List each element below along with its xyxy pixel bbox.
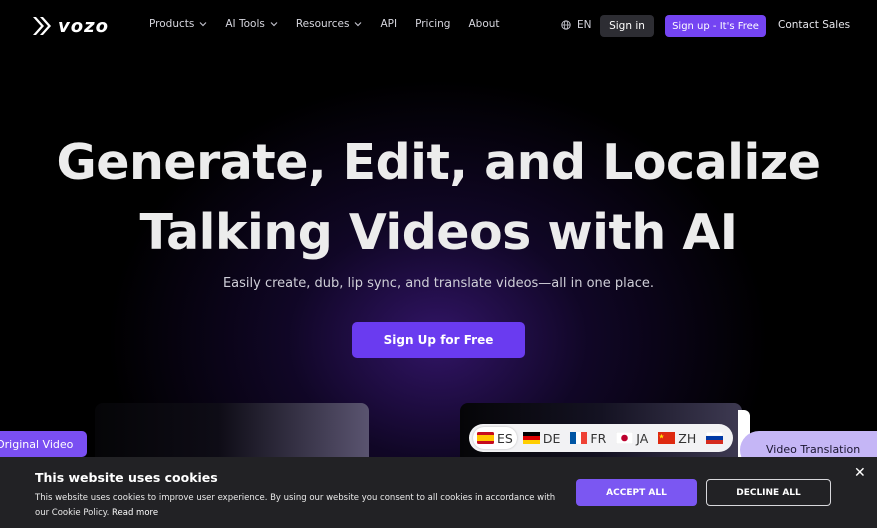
language-chip-ja[interactable]: JA (612, 427, 652, 449)
russia-flag-icon (706, 432, 724, 444)
nav-item-products[interactable]: Products (149, 18, 207, 30)
logo[interactable]: vozo (32, 15, 109, 37)
language-code: JA (636, 430, 649, 446)
language-chip-zh[interactable]: ZH (654, 427, 700, 449)
hero-title: Generate, Edit, and Localize Talking Vid… (0, 128, 877, 268)
language-code: DE (542, 430, 561, 446)
language-code: ZH (678, 430, 697, 446)
japan-flag-icon (616, 432, 634, 444)
language-selector[interactable]: EN (561, 19, 592, 31)
main-nav: Products AI Tools Resources API Pricing … (149, 18, 518, 30)
nav-item-api[interactable]: API (380, 18, 397, 30)
logo-text: vozo (58, 15, 109, 37)
language-chip-ru[interactable] (702, 427, 730, 449)
nav-item-label: Products (149, 18, 195, 30)
cookie-banner: This website uses cookies This website u… (0, 457, 877, 528)
sign-up-button[interactable]: Sign up - It's Free (665, 15, 766, 37)
site-header: vozo Products AI Tools Resources API Pri… (0, 0, 877, 52)
language-code: FR (590, 430, 607, 446)
read-more-link[interactable]: Read more (112, 508, 158, 518)
globe-icon (561, 20, 571, 30)
sign-in-button[interactable]: Sign in (600, 15, 654, 37)
nav-item-label: API (380, 18, 398, 30)
nav-item-label: Resources (295, 18, 350, 30)
cookie-text-block: This website uses cookies to improve use… (35, 491, 565, 521)
decline-all-button[interactable]: DECLINE ALL (706, 479, 831, 506)
nav-item-label: AI Tools (225, 18, 265, 30)
vozo-logo-icon (33, 17, 51, 35)
france-flag-icon (570, 432, 588, 444)
chevron-down-icon (355, 22, 362, 27)
language-chip-de[interactable]: DE (519, 427, 565, 449)
language-label: EN (577, 19, 592, 31)
original-video-tag: Original Video (0, 431, 87, 457)
germany-flag-icon (522, 432, 540, 444)
hero-subtitle: Easily create, dub, lip sync, and transl… (222, 276, 655, 291)
close-icon[interactable]: ✕ (854, 465, 866, 481)
china-flag-icon (658, 432, 676, 444)
chevron-down-icon (199, 22, 207, 27)
accept-all-button[interactable]: ACCEPT ALL (576, 479, 697, 506)
nav-item-label: Pricing (415, 18, 451, 30)
language-switcher: ES DE FR JA ZH (469, 424, 733, 452)
contact-sales-link[interactable]: Contact Sales (778, 19, 850, 31)
chevron-down-icon (270, 22, 278, 27)
nav-item-ai-tools[interactable]: AI Tools (225, 18, 278, 30)
language-code: ES (497, 430, 513, 446)
nav-item-pricing[interactable]: Pricing (415, 18, 450, 30)
hero-title-line-2: Talking Videos with AI (139, 204, 738, 261)
nav-item-label: About (468, 18, 500, 30)
language-chip-fr[interactable]: FR (566, 427, 610, 449)
spain-flag-icon (477, 432, 494, 444)
cookie-title: This website uses cookies (35, 470, 218, 485)
nav-item-about[interactable]: About (468, 18, 499, 30)
nav-item-resources[interactable]: Resources (296, 18, 363, 30)
hero-title-line-1: Generate, Edit, and Localize (56, 134, 822, 191)
sign-up-free-button[interactable]: Sign Up for Free (352, 322, 525, 358)
language-chip-es[interactable]: ES (473, 427, 517, 449)
